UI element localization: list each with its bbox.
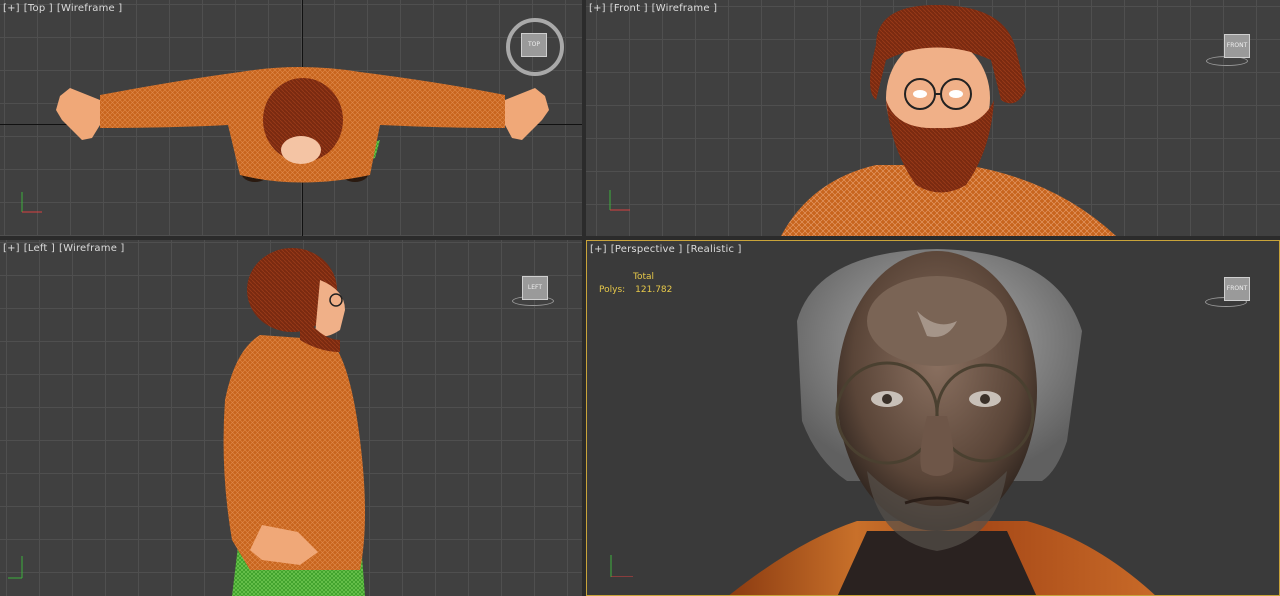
viewcube-perspective[interactable]: FRONT: [1224, 277, 1250, 301]
viewport-menu-plus[interactable]: [+]: [3, 243, 20, 254]
statistics-overlay: Total Polys: 121.782: [599, 271, 672, 297]
viewport-view-name[interactable]: [Perspective ]: [611, 244, 683, 255]
stats-header: Total: [633, 272, 655, 282]
viewport-left[interactable]: [+] [Left ] [Wireframe ] LEFT: [0, 240, 582, 596]
axis-gizmo-icon: [610, 555, 633, 577]
viewport-menu-plus[interactable]: [+]: [590, 244, 607, 255]
axis-gizmo-icon: [609, 190, 630, 211]
viewcube-front[interactable]: FRONT: [1224, 34, 1250, 58]
viewport-front[interactable]: [+] [Front ] [Wireframe ] FRONT: [586, 0, 1280, 236]
viewport-top[interactable]: [+] [Top ] [Wireframe ] TOP: [0, 0, 582, 236]
stats-polys-value: 121.782: [635, 285, 673, 295]
character-front-wireframe: [781, 5, 1116, 236]
axis-gizmo-icon: [8, 556, 23, 579]
stats-polys-label: Polys:: [599, 285, 626, 295]
viewport-shading-mode[interactable]: [Wireframe ]: [57, 3, 123, 14]
viewcube-left[interactable]: LEFT: [522, 276, 548, 300]
viewport-perspective-label[interactable]: [+] [Perspective ] [Realistic ]: [590, 244, 746, 255]
viewport-left-label[interactable]: [+] [Left ] [Wireframe ]: [3, 243, 129, 254]
viewport-top-label[interactable]: [+] [Top ] [Wireframe ]: [3, 3, 126, 14]
character-top-wireframe: [56, 67, 549, 183]
viewport-front-label[interactable]: [+] [Front ] [Wireframe ]: [589, 3, 721, 14]
viewcube-top[interactable]: TOP: [521, 33, 547, 57]
viewport-shading-mode[interactable]: [Wireframe ]: [652, 3, 718, 14]
viewport-view-name[interactable]: [Left ]: [24, 243, 55, 254]
character-render: [729, 249, 1155, 595]
viewport-shading-mode[interactable]: [Realistic ]: [687, 244, 742, 255]
viewport-shading-mode[interactable]: [Wireframe ]: [59, 243, 125, 254]
viewport-view-name[interactable]: [Top ]: [24, 3, 53, 14]
character-left-wireframe: [223, 248, 365, 596]
viewport-perspective[interactable]: [+] [Perspective ] [Realistic ] Total Poly…: [586, 240, 1280, 596]
axis-gizmo-icon: [21, 192, 42, 213]
viewport-menu-plus[interactable]: [+]: [589, 3, 606, 14]
viewport-menu-plus[interactable]: [+]: [3, 3, 20, 14]
viewport-view-name[interactable]: [Front ]: [610, 3, 648, 14]
